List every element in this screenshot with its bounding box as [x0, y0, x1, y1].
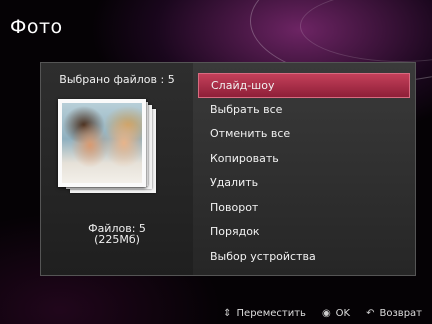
menu-item-select-all[interactable]: Выбрать все [198, 98, 410, 123]
menu-item-copy[interactable]: Копировать [198, 147, 410, 172]
menu-item-delete[interactable]: Удалить [198, 171, 410, 196]
return-arrow-icon: ↶ [366, 308, 375, 319]
menu-item-rotate[interactable]: Поворот [198, 196, 410, 221]
hint-back-label: Возврат [379, 308, 423, 319]
menu-item-slideshow[interactable]: Слайд-шоу [198, 73, 410, 98]
files-info: Файлов: 5 (225Мб) [41, 223, 193, 245]
ok-button-icon: ◉ [321, 308, 331, 319]
hint-move: ⇕ Переместить [223, 308, 306, 319]
hint-back: ↶ Возврат [366, 308, 422, 319]
footer-hints: ⇕ Переместить ◉ OK ↶ Возврат [207, 308, 422, 319]
menu-item-order[interactable]: Порядок [198, 220, 410, 245]
menu-item-deselect-all[interactable]: Отменить все [198, 122, 410, 147]
tv-screen: Фото Выбрано файлов : 5 Файлов: 5 (225Мб… [0, 0, 432, 324]
options-panel: Выбрано файлов : 5 Файлов: 5 (225Мб) Сла… [40, 62, 416, 276]
hint-move-label: Переместить [236, 308, 306, 319]
menu-item-select-device[interactable]: Выбор устройства [198, 245, 410, 270]
hint-ok: ◉ OK [322, 308, 350, 319]
selected-files-count: Выбрано файлов : 5 [59, 73, 175, 86]
page-title: Фото [10, 16, 63, 38]
photo-thumbnail [62, 103, 142, 183]
files-size: (225Мб) [94, 233, 140, 246]
hint-ok-label: OK [335, 308, 351, 319]
photo-thumbnail-frame [58, 99, 146, 187]
selection-summary: Выбрано файлов : 5 Файлов: 5 (225Мб) [41, 63, 193, 275]
options-menu: Слайд-шоу Выбрать все Отменить все Копир… [198, 73, 410, 269]
up-down-arrows-icon: ⇕ [223, 308, 232, 319]
